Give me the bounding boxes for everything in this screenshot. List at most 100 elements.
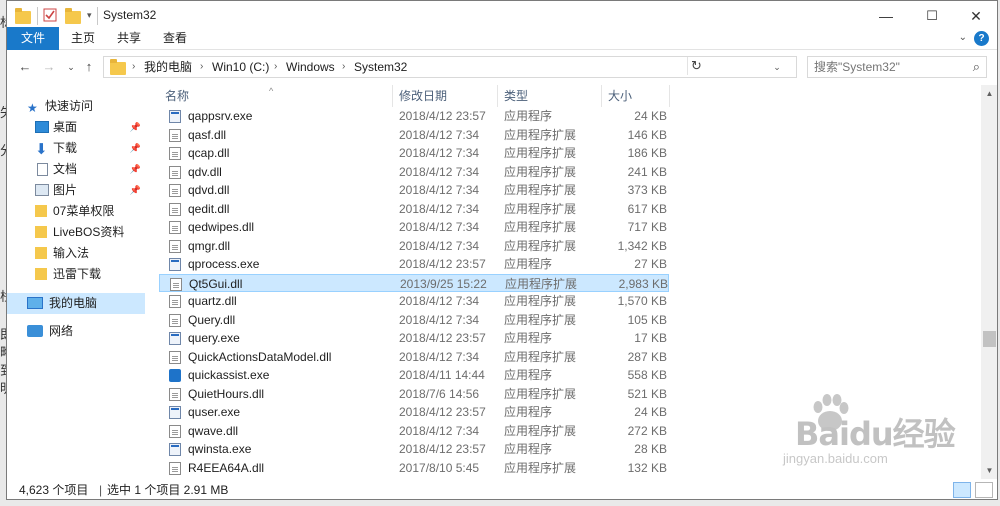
table-row[interactable]: qdvd.dll 2018/4/12 7:34 应用程序扩展 373 KB — [159, 181, 669, 200]
nav-item-downloads[interactable]: ⬇ 下载 📌 — [7, 138, 145, 159]
file-icon — [169, 258, 181, 271]
file-name: qasf.dll — [188, 127, 227, 142]
back-arrow-icon[interactable]: ← — [15, 57, 35, 77]
file-name: qwinsta.exe — [188, 442, 252, 456]
folder-icon — [15, 8, 31, 24]
tab-file[interactable]: 文件 — [7, 27, 59, 50]
expand-ribbon-icon[interactable]: ⌄ — [959, 32, 967, 43]
search-icon[interactable]: ⌕ — [973, 59, 980, 75]
table-row[interactable]: qasf.dll 2018/4/12 7:34 应用程序扩展 146 KB — [159, 126, 669, 145]
table-row[interactable]: quickassist.exe 2018/4/11 14:44 应用程序 558 KB — [159, 366, 669, 385]
scroll-up-icon[interactable]: ▲ — [981, 85, 997, 102]
table-row[interactable]: quser.exe 2018/4/12 23:57 应用程序 24 KB — [159, 403, 669, 422]
properties-icon[interactable] — [43, 8, 59, 24]
nav-item-quick-access[interactable]: ★ 快速访问 — [7, 96, 145, 117]
file-date: 2018/4/12 7:34 — [399, 146, 480, 160]
details-view-icon[interactable] — [953, 482, 971, 498]
new-folder-icon[interactable] — [65, 8, 81, 24]
nav-item-folder[interactable]: 迅雷下载 — [7, 264, 145, 285]
file-date: 2018/4/12 7:34 — [399, 294, 480, 308]
file-type: 应用程序扩展 — [504, 423, 577, 438]
table-row[interactable]: R4EEA64A.dll 2017/8/10 5:45 应用程序扩展 132 KB — [159, 459, 669, 478]
scroll-thumb[interactable] — [983, 331, 996, 347]
chevron-right-icon[interactable]: › — [342, 57, 345, 77]
divider: | — [99, 483, 103, 497]
scroll-down-icon[interactable]: ▼ — [981, 462, 997, 479]
file-size: 146 KB — [627, 127, 667, 142]
file-size: 1,342 KB — [617, 238, 667, 253]
nav-item-folder[interactable]: 输入法 — [7, 243, 145, 264]
nav-item-folder[interactable]: LiveBOS资料 — [7, 222, 145, 243]
table-row[interactable]: quartz.dll 2018/4/12 7:34 应用程序扩展 1,570 KB — [159, 292, 669, 311]
table-row[interactable]: qedwipes.dll 2018/4/12 7:34 应用程序扩展 717 KB — [159, 218, 669, 237]
search-box[interactable]: ⌕ — [807, 56, 987, 78]
table-row[interactable]: QuietHours.dll 2018/7/6 14:56 应用程序扩展 521 KB — [159, 385, 669, 404]
chevron-right-icon[interactable]: › — [132, 57, 135, 77]
table-row[interactable]: qwinsta.exe 2018/4/12 23:57 应用程序 28 KB — [159, 440, 669, 459]
help-icon[interactable]: ? — [974, 31, 989, 46]
column-header-date[interactable]: 修改日期 — [393, 85, 498, 107]
customize-toolbar-icon[interactable]: ▾ — [87, 10, 103, 26]
search-input[interactable] — [814, 58, 960, 76]
column-header-name[interactable]: 名称 ^ — [159, 85, 393, 107]
table-row[interactable]: Qt5Gui.dll 2013/9/25 15:22 应用程序扩展 2,983 KB — [159, 273, 669, 292]
file-icon — [170, 277, 182, 291]
file-icon — [169, 313, 181, 327]
file-date: 2018/4/12 7:34 — [399, 201, 480, 216]
chevron-right-icon[interactable]: › — [200, 57, 203, 77]
file-type: 应用程序 — [504, 442, 553, 456]
recent-locations-icon[interactable]: ⌄ — [61, 57, 81, 77]
nav-item-desktop[interactable]: 桌面 📌 — [7, 117, 145, 138]
table-row[interactable]: QuickActionsDataModel.dll 2018/4/12 7:34 应… — [159, 348, 669, 367]
up-arrow-icon[interactable]: ↑ — [79, 57, 99, 77]
file-type: 应用程序 — [504, 405, 553, 419]
file-icon — [169, 406, 181, 419]
table-row[interactable]: qprocess.exe 2018/4/12 23:57 应用程序 27 KB — [159, 255, 669, 274]
file-size: 27 KB — [634, 257, 667, 271]
pin-icon[interactable]: 📌 — [130, 159, 141, 180]
file-icon — [169, 443, 181, 456]
table-row[interactable]: qcap.dll 2018/4/12 7:34 应用程序扩展 186 KB — [159, 144, 669, 163]
vertical-scrollbar[interactable]: ▲ ▼ — [981, 85, 997, 479]
nav-item-pictures[interactable]: 图片 📌 — [7, 180, 145, 201]
file-name: qedit.dll — [188, 201, 230, 216]
nav-item-folder[interactable]: 07菜单权限 — [7, 201, 145, 222]
file-date: 2018/4/12 7:34 — [399, 164, 480, 179]
breadcrumb-system32[interactable]: System32 — [354, 57, 407, 77]
tab-home[interactable]: 主页 — [59, 27, 107, 50]
table-row[interactable]: qwave.dll 2018/4/12 7:34 应用程序扩展 272 KB — [159, 422, 669, 441]
file-icon — [169, 387, 181, 401]
column-header-type[interactable]: 类型 — [498, 85, 602, 107]
file-name: qappsrv.exe — [188, 109, 253, 123]
file-name: qcap.dll — [188, 146, 230, 160]
forward-arrow-icon[interactable]: → — [39, 57, 59, 77]
table-row[interactable]: qedit.dll 2018/4/12 7:34 应用程序扩展 617 KB — [159, 200, 669, 219]
column-header-size[interactable]: 大小 — [602, 85, 670, 107]
tab-share[interactable]: 共享 — [105, 27, 153, 50]
tab-view[interactable]: 查看 — [151, 27, 199, 50]
breadcrumb-windows[interactable]: Windows — [286, 57, 335, 77]
pin-icon[interactable]: 📌 — [130, 138, 141, 159]
table-row[interactable]: query.exe 2018/4/12 23:57 应用程序 17 KB — [159, 329, 669, 348]
download-icon: ⬇ — [35, 141, 48, 158]
breadcrumb-drive[interactable]: Win10 (C:) — [212, 57, 269, 77]
pin-icon[interactable]: 📌 — [130, 117, 141, 138]
large-icons-view-icon[interactable] — [975, 482, 993, 498]
status-bar: 4,623 个项目 | 选中 1 个项目 2.91 MB — [7, 479, 997, 499]
table-row[interactable]: qappsrv.exe 2018/4/12 23:57 应用程序 24 KB — [159, 107, 669, 126]
nav-item-documents[interactable]: 文档 📌 — [7, 159, 145, 180]
nav-item-network[interactable]: 网络 — [7, 321, 145, 342]
nav-item-this-pc[interactable]: 我的电脑 — [7, 293, 145, 314]
file-type: 应用程序 — [504, 257, 553, 271]
pin-icon[interactable]: 📌 — [130, 180, 141, 201]
file-icon — [169, 332, 181, 345]
refresh-icon[interactable]: ↻ — [687, 57, 705, 75]
breadcrumb-this-pc[interactable]: 我的电脑 — [144, 57, 192, 77]
sort-ascending-icon: ^ — [269, 86, 274, 96]
table-row[interactable]: Query.dll 2018/4/12 7:34 应用程序扩展 105 KB — [159, 311, 669, 330]
chevron-right-icon[interactable]: › — [274, 57, 277, 77]
address-dropdown-icon[interactable]: ⌄ — [770, 57, 784, 77]
table-row[interactable]: qdv.dll 2018/4/12 7:34 应用程序扩展 241 KB — [159, 163, 669, 182]
table-row[interactable]: qmgr.dll 2018/4/12 7:34 应用程序扩展 1,342 KB — [159, 237, 669, 256]
folder-icon — [35, 226, 47, 238]
